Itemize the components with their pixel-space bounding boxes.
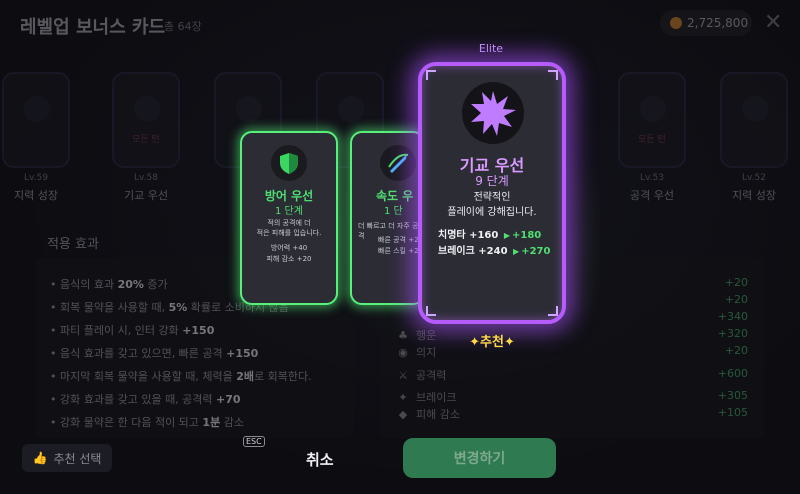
- effect-item: • 강화 물약은 한 다음 적이 되고 1분 감소: [50, 416, 244, 429]
- arrow-right-icon: ▶: [503, 231, 510, 240]
- card-level: Lv.58: [134, 173, 158, 183]
- thumbs-up-icon: 👍: [32, 451, 48, 465]
- card-name: 지력 성장: [14, 189, 58, 202]
- effect-item: • 음식 효과를 갖고 있으면, 빠른 공격 +150: [50, 347, 259, 360]
- brain-icon: ◉: [398, 346, 408, 359]
- effects-title: 적용 효과: [47, 237, 99, 252]
- card-level: 9 단계: [475, 174, 509, 188]
- clover-icon: ♣: [398, 329, 408, 342]
- shield-icon: ◆: [398, 408, 408, 421]
- card-defense[interactable]: 방어 우선 1 단계 적의 공격에 더 적은 피해를 입습니다. 방어력 +40…: [240, 131, 338, 305]
- effect-item: • 강화 효과를 갖고 있을 때, 공격력 +70: [50, 393, 241, 406]
- star-icon: [134, 96, 160, 122]
- sparkle-icon: ✦: [503, 335, 515, 350]
- stat-row: ♣ 행운 +320: [398, 327, 748, 342]
- confirm-button[interactable]: 변경하기: [403, 438, 556, 478]
- coin-balance: 2,725,800: [660, 10, 752, 36]
- card-level: 1 단: [384, 206, 403, 217]
- recommend-select-button[interactable]: 👍 추천 선택: [22, 444, 112, 472]
- page-title: 레벨업 보너스 카드: [20, 17, 166, 38]
- card-badge: 모든 턴: [132, 135, 160, 145]
- card-level: Lv.52: [742, 173, 766, 183]
- card-stat: 방어력 +40: [270, 244, 308, 252]
- starburst-icon: [462, 82, 524, 144]
- corner-ornament: [426, 306, 436, 316]
- stat-row: ◉ 의지 +20: [398, 344, 748, 359]
- card-desc: 적의 공격에 더: [267, 219, 311, 227]
- bg-card[interactable]: 모든 턴: [618, 72, 686, 168]
- shield-icon: [271, 145, 307, 181]
- card-stat: 치명타 +160 ▶ +180: [438, 230, 542, 241]
- stat-row: ⚔ 공격력 +600: [398, 367, 748, 382]
- card-name: 공격 우선: [630, 189, 674, 202]
- card-icon: [24, 96, 50, 122]
- card-name: 지력 성장: [732, 189, 776, 202]
- effect-item: • 마지막 회복 물약을 사용할 때, 체력을 2배로 회복한다.: [50, 370, 312, 383]
- card-stat: 빠른 스킬 +2: [378, 247, 419, 255]
- clover-icon: [236, 96, 262, 122]
- bg-card[interactable]: [2, 72, 70, 168]
- arrow-right-icon: ▶: [513, 247, 520, 256]
- esc-key-hint: ESC: [243, 436, 265, 447]
- effect-item: • 음식의 효과 20% 증가: [50, 278, 168, 291]
- card-elite[interactable]: 기교 우선 9 단계 전략적인 플레이에 강해집니다. 치명타 +160 ▶ +18…: [418, 62, 566, 324]
- brain-icon: [742, 96, 768, 122]
- corner-ornament: [426, 70, 436, 80]
- effect-item: • 파티 플레이 시, 인터 강화 +150: [50, 324, 215, 337]
- break-icon: ✦: [398, 391, 408, 404]
- card-stat: 브레이크 +240 ▶ +270: [438, 246, 551, 257]
- sword-icon: ⚔: [398, 369, 408, 382]
- card-stat: 빠른 공격 +2: [378, 236, 419, 244]
- tier-label: Elite: [478, 42, 504, 55]
- bg-card[interactable]: 모든 턴: [112, 72, 180, 168]
- sword-icon: [640, 96, 666, 122]
- card-desc: 전략적인 플레이에 강해집니다.: [447, 192, 537, 218]
- corner-ornament: [548, 70, 558, 80]
- sword-icon: [380, 145, 416, 181]
- card-name: 기교 우선: [124, 189, 168, 202]
- card-speed[interactable]: 속도 우 1 단 더 빠르고 더 자주 공격 빠른 공격 +2 빠른 스킬 +2: [350, 131, 425, 305]
- corner-ornament: [548, 306, 558, 316]
- card-badge: 모든 턴: [638, 135, 666, 145]
- card-stat: 피해 감소 +20: [266, 255, 312, 263]
- card-level: 1 단계: [275, 206, 303, 217]
- card-level: Lv.53: [640, 173, 664, 183]
- bg-card[interactable]: [720, 72, 788, 168]
- card-count: 총 64장: [164, 20, 202, 33]
- recommend-tag: ✦추천✦: [469, 335, 515, 350]
- close-icon[interactable]: ✕: [764, 10, 782, 35]
- stat-row: ✦ 브레이크 +305: [398, 389, 748, 404]
- sparkle-icon: ✦: [469, 335, 481, 350]
- cancel-button[interactable]: 취소: [306, 449, 334, 470]
- coin-amount: 2,725,800: [687, 16, 749, 30]
- card-level: Lv.59: [24, 173, 48, 183]
- coin-icon: [670, 17, 682, 29]
- card-desc: 적은 피해를 입습니다.: [256, 229, 322, 237]
- stat-row: ◆ 피해 감소 +105: [398, 406, 748, 421]
- sword-icon: [338, 96, 364, 122]
